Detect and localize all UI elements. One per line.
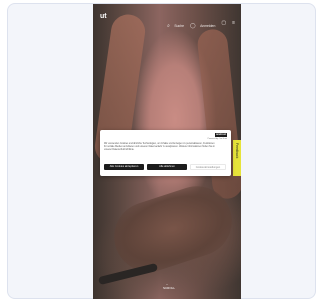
scroll-hint: ⌄ SCROLL xyxy=(163,282,175,292)
cookie-consent-text: Wir verwenden Cookies und ähnliche Techn… xyxy=(104,143,215,151)
top-navigation: ⌕ Suche ◯ Anmelden ▢ ≡ xyxy=(167,14,235,32)
search-icon: ⌕ xyxy=(167,23,170,29)
search-link[interactable]: ⌕ Suche xyxy=(167,14,184,32)
feedback-tab[interactable]: Feedback xyxy=(233,140,241,176)
powered-by-text: Powered by OneTrust xyxy=(207,138,227,140)
reject-all-button[interactable]: Alle ablehnen xyxy=(147,164,187,170)
cookie-settings-button[interactable]: Cookie-Einstellungen xyxy=(190,164,226,170)
cookie-consent-dialog: onetrust Powered by OneTrust Wir verwend… xyxy=(100,130,231,176)
menu-icon[interactable]: ≡ xyxy=(232,20,235,26)
cart-icon[interactable]: ▢ xyxy=(221,20,226,26)
user-icon: ◯ xyxy=(190,23,196,29)
search-label: Suche xyxy=(174,24,184,28)
scroll-hint-label: SCROLL xyxy=(163,286,176,290)
brand-logo[interactable]: ut xyxy=(100,11,116,23)
onetrust-logo: onetrust xyxy=(215,133,227,137)
accept-all-cookies-button[interactable]: Alle Cookies akzeptieren xyxy=(104,164,144,170)
login-link[interactable]: ◯ Anmelden xyxy=(190,14,215,32)
login-label: Anmelden xyxy=(200,24,216,28)
hero-photo-bar xyxy=(97,262,159,286)
feedback-tab-label: Feedback xyxy=(235,143,239,159)
